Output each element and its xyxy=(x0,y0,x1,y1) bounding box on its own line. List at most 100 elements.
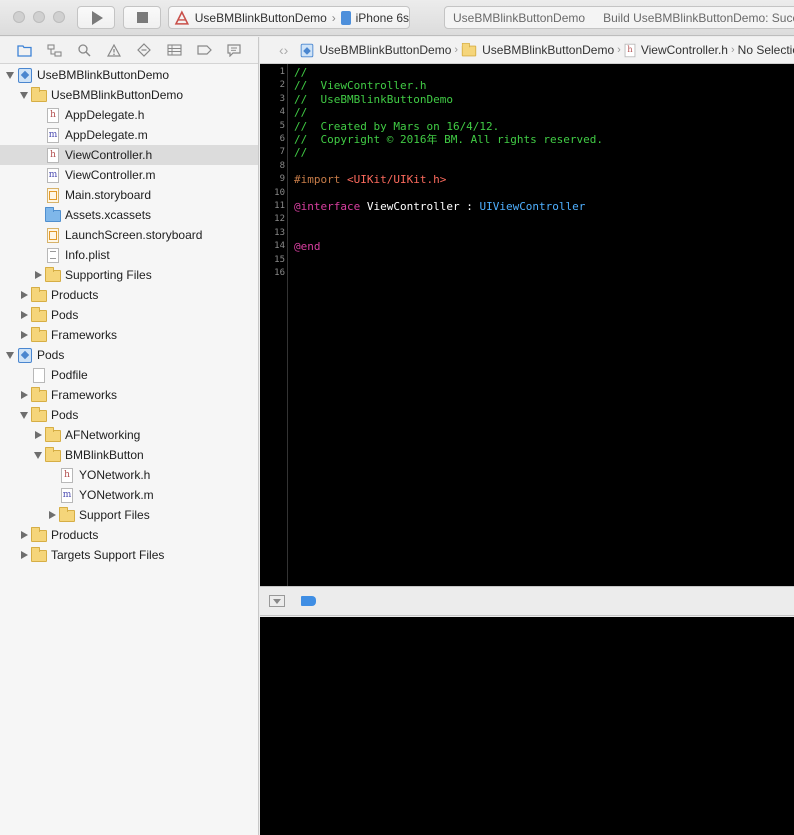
breakpoint-toggle-icon[interactable] xyxy=(301,596,316,606)
tree-row-label: Supporting Files xyxy=(65,268,152,282)
tree-row[interactable]: BMBlinkButton xyxy=(0,445,258,465)
breadcrumb-item[interactable]: No Selection xyxy=(738,43,794,57)
triangle-icon xyxy=(20,391,28,399)
tree-row[interactable]: Main.storyboard xyxy=(0,185,258,205)
minimize-window-button[interactable] xyxy=(33,11,45,23)
phone-icon xyxy=(340,10,351,25)
source-editor[interactable]: 1 2 3 4 5 6 7 8 9 10 11 12 13 14 15 16 //// ViewControl… xyxy=(260,64,794,586)
tree-row[interactable]: Frameworks xyxy=(0,385,258,405)
tree-row[interactable]: Products xyxy=(0,285,258,305)
breadcrumb-item[interactable]: UseBMBlinkButtonDemo xyxy=(461,42,614,57)
tree-row-label: AFNetworking xyxy=(65,428,141,442)
tree-row[interactable]: LaunchScreen.storyboard xyxy=(0,225,258,245)
header-file-icon: h xyxy=(47,147,59,163)
disclosure-open-icon[interactable] xyxy=(33,450,43,460)
tree-row-label: AppDelegate.h xyxy=(65,108,145,122)
disclosure-open-icon[interactable] xyxy=(19,90,29,100)
navigator-tab-issues[interactable] xyxy=(99,40,129,60)
breadcrumb-item[interactable]: h ViewController.h xyxy=(624,43,728,58)
breadcrumb-label: No Selection xyxy=(737,43,794,57)
tree-row[interactable]: m ViewController.m xyxy=(0,165,258,185)
tree-row-icon xyxy=(31,327,47,343)
code-line[interactable]: // xyxy=(294,106,307,119)
disclosure-closed-icon[interactable] xyxy=(19,530,29,540)
tree-row[interactable]: h YONetwork.h xyxy=(0,465,258,485)
navigator-tab-debug[interactable] xyxy=(159,40,189,60)
tree-row[interactable]: AFNetworking xyxy=(0,425,258,445)
tree-row[interactable]: m AppDelegate.m xyxy=(0,125,258,145)
tree-row-icon xyxy=(45,227,61,243)
code-token: // xyxy=(294,66,308,79)
run-button[interactable] xyxy=(77,6,115,29)
tree-row[interactable]: h ViewController.h xyxy=(0,145,258,165)
code-line[interactable]: #import <UIKit/UIKit.h> xyxy=(294,173,446,186)
line-number: 11 xyxy=(274,201,285,211)
code-line[interactable]: // xyxy=(294,146,307,159)
hide-debug-area-button[interactable] xyxy=(269,595,285,607)
navigator-tab-breakpoints[interactable] xyxy=(189,40,219,60)
scheme-name: UseBMBlinkButtonDemo xyxy=(194,10,327,25)
disclosure-closed-icon[interactable] xyxy=(33,430,43,440)
line-number: 9 xyxy=(279,174,285,185)
navigator-tab-project[interactable] xyxy=(9,40,39,60)
triangle-icon xyxy=(20,411,28,419)
tree-row[interactable]: Supporting Files xyxy=(0,265,258,285)
disclosure-closed-icon[interactable] xyxy=(33,270,43,280)
tree-row[interactable]: Support Files xyxy=(0,505,258,525)
tree-row[interactable]: Pods xyxy=(0,405,258,425)
storyboard-icon xyxy=(47,227,59,243)
disclosure-closed-icon[interactable] xyxy=(19,310,29,320)
disclosure-closed-icon[interactable] xyxy=(19,390,29,400)
scheme-selector[interactable]: UseBMBlinkButtonDemo › iPhone 6s xyxy=(168,6,410,29)
code-line[interactable]: // Copyright © 2016年 BM. All rights rese… xyxy=(294,133,603,146)
tree-row[interactable]: Info.plist xyxy=(0,245,258,265)
line-number: 2 xyxy=(279,80,285,91)
tree-row[interactable]: UseBMBlinkButtonDemo xyxy=(0,65,258,85)
close-window-button[interactable] xyxy=(13,11,25,23)
disclosure-closed-icon[interactable] xyxy=(19,550,29,560)
line-number: 15 xyxy=(274,254,285,265)
zoom-window-button[interactable] xyxy=(53,11,65,23)
disclosure-open-icon[interactable] xyxy=(5,70,15,80)
navigator-tab-tests[interactable] xyxy=(129,40,159,60)
tree-row[interactable]: Podfile xyxy=(0,365,258,385)
navigator-tab-reports[interactable] xyxy=(219,40,249,60)
triangle-icon xyxy=(20,91,28,99)
tree-row-label: Assets.xcassets xyxy=(65,208,152,222)
code-line[interactable]: // UseBMBlinkButtonDemo xyxy=(294,93,453,106)
tree-row-icon xyxy=(45,247,61,263)
folder-icon xyxy=(31,307,47,322)
tree-row[interactable]: Assets.xcassets xyxy=(0,205,258,225)
tree-row[interactable]: h AppDelegate.h xyxy=(0,105,258,125)
disclosure-closed-icon[interactable] xyxy=(19,330,29,340)
tree-row[interactable]: Frameworks xyxy=(0,325,258,345)
disclosure-closed-icon[interactable] xyxy=(47,510,57,520)
tree-row[interactable]: Targets Support Files xyxy=(0,545,258,565)
disclosure-open-icon[interactable] xyxy=(5,350,15,360)
tree-row[interactable]: Products xyxy=(0,525,258,545)
tree-row[interactable]: Pods xyxy=(0,305,258,325)
code-line[interactable]: @interface ViewController : UIViewContro… xyxy=(294,200,585,213)
tree-row[interactable]: m YONetwork.m xyxy=(0,485,258,505)
code-line[interactable]: // xyxy=(294,66,307,79)
tree-row-icon: m xyxy=(45,167,61,183)
disclosure-open-icon[interactable] xyxy=(19,410,29,420)
folder-icon xyxy=(31,407,47,422)
code-line[interactable]: // ViewController.h xyxy=(294,79,426,92)
forward-button[interactable]: › xyxy=(284,42,289,58)
code-line[interactable]: // Created by Mars on 16/4/12. xyxy=(294,120,499,133)
tree-row[interactable]: Pods xyxy=(0,345,258,365)
code-token: // Created by Mars on 16/4/12. xyxy=(294,119,500,133)
debug-console[interactable] xyxy=(260,617,794,835)
navigator-tab-find[interactable] xyxy=(69,40,99,60)
navigator-tab-symbols[interactable] xyxy=(39,40,69,60)
tree-row[interactable]: UseBMBlinkButtonDemo xyxy=(0,85,258,105)
code-token: <UIKit/UIKit.h> xyxy=(346,173,447,187)
code-token: ViewController : xyxy=(360,200,480,213)
breadcrumb-item[interactable]: UseBMBlinkButtonDemo xyxy=(300,43,451,58)
triangle-icon xyxy=(20,551,28,559)
tree-row-icon xyxy=(45,427,61,443)
code-line[interactable]: @end xyxy=(294,240,321,253)
disclosure-closed-icon[interactable] xyxy=(19,290,29,300)
stop-button[interactable] xyxy=(123,6,161,29)
